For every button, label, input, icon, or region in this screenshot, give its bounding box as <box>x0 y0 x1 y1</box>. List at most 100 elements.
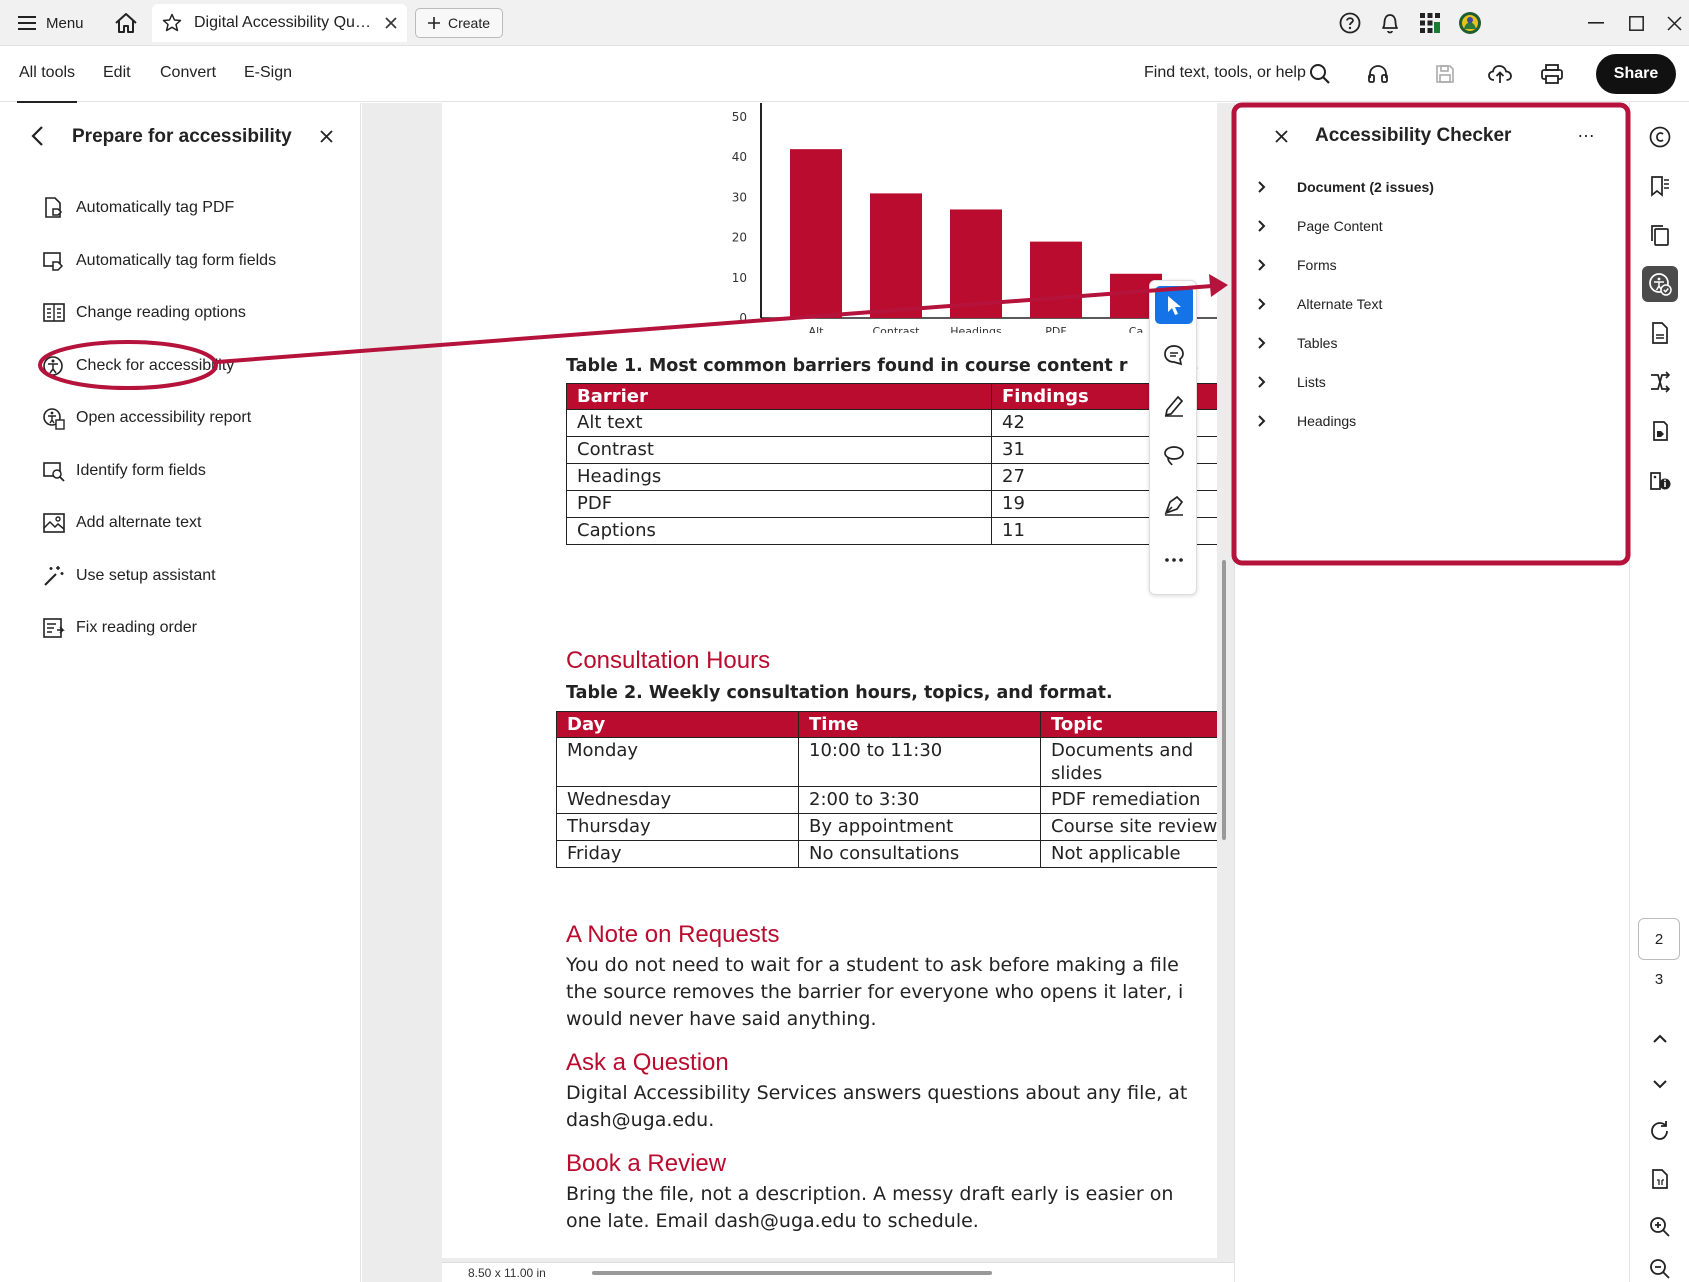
lasso-icon <box>1164 446 1184 466</box>
minimize-button[interactable] <box>1582 9 1610 37</box>
chevron-right-icon <box>1258 181 1266 193</box>
y-tick-label: 30 <box>732 190 747 204</box>
search-button[interactable] <box>1306 60 1334 88</box>
rail-compare[interactable] <box>1642 364 1678 400</box>
tool-add-alternate-text[interactable]: Add alternate text <box>42 509 201 537</box>
zoom-in-button[interactable] <box>1642 1209 1678 1245</box>
quick-tools-strip <box>1149 280 1197 595</box>
maximize-button[interactable] <box>1622 9 1650 37</box>
notifications-button[interactable] <box>1376 9 1404 37</box>
table-cell: Course site review <box>1040 813 1217 841</box>
checker-row-alternate-text[interactable]: Alternate Text <box>1257 292 1382 316</box>
close-tab-icon[interactable] <box>385 17 397 29</box>
panel-close-button[interactable] <box>320 127 333 148</box>
y-tick-label: 0 <box>739 311 747 325</box>
rail-accessibility-info[interactable] <box>1642 462 1678 498</box>
rail-document-properties[interactable] <box>1642 315 1678 351</box>
upload-button[interactable] <box>1486 60 1514 88</box>
rail-pages[interactable] <box>1642 217 1678 253</box>
current-page-indicator[interactable]: 2 <box>1638 918 1680 960</box>
tool-label: Fix reading order <box>76 619 197 636</box>
tool-auto-tag-pdf[interactable]: Automatically tag PDF <box>42 194 234 222</box>
chevron-right-icon <box>1258 298 1266 310</box>
tool-auto-tag-form-fields[interactable]: Automatically tag form fields <box>42 247 276 275</box>
checker-row-headings[interactable]: Headings <box>1257 409 1356 433</box>
rotate-button[interactable] <box>1642 1113 1678 1149</box>
table-header: Topic <box>1040 711 1217 738</box>
highlight-tool-button[interactable] <box>1155 386 1193 424</box>
checker-row-page-content[interactable]: Page Content <box>1257 214 1383 238</box>
chevron-right-icon <box>1258 376 1266 388</box>
help-button[interactable] <box>1336 9 1364 37</box>
document-page: 50 40 30 20 10 0 Alt Contrast Headings PDF Ca Tabl… <box>442 103 1217 1258</box>
find-label[interactable]: Find text, tools, or help <box>1144 64 1306 82</box>
more-tools-button[interactable] <box>1155 541 1193 579</box>
menu-label: Menu <box>46 14 84 32</box>
tool-use-setup-assistant[interactable]: Use setup assistant <box>42 562 216 590</box>
tool-label: Add alternate text <box>76 514 202 531</box>
home-icon <box>115 13 137 33</box>
checker-row-tables[interactable]: Tables <box>1257 331 1337 355</box>
next-page-button[interactable] <box>1642 1066 1678 1102</box>
tool-label: Automatically tag form fields <box>76 252 277 269</box>
document-icon <box>1652 322 1668 344</box>
tab-convert[interactable]: Convert <box>160 64 216 82</box>
menu-button[interactable]: Menu <box>18 11 84 35</box>
share-button[interactable]: Share <box>1596 54 1676 94</box>
document-tab[interactable]: Digital Accessibility Quic... <box>152 4 407 42</box>
select-tool-button[interactable] <box>1155 286 1193 324</box>
tab-e-sign[interactable]: E-Sign <box>244 64 292 82</box>
table-row: Monday 10:00 to 11:30 Documents and slides <box>556 737 1217 787</box>
table-row: Wednesday 2:00 to 3:30 PDF remediation <box>556 786 1217 814</box>
checker-row-forms[interactable]: Forms <box>1257 253 1337 277</box>
tag-form-icon <box>43 252 64 271</box>
accessibility-icon <box>1649 273 1672 296</box>
search-icon <box>1310 64 1330 84</box>
barriers-table: Barrier Findings Alt text 42 Contrast 31 H… <box>566 383 1217 545</box>
zoom-out-button[interactable] <box>1642 1251 1678 1282</box>
back-button[interactable] <box>30 125 44 152</box>
tab-edit[interactable]: Edit <box>103 64 131 82</box>
page-size-label: 8.50 x 11.00 in <box>468 1266 546 1280</box>
apps-grid-icon <box>1420 13 1440 33</box>
tab-all-tools[interactable]: All tools <box>16 64 78 103</box>
tool-change-reading-options[interactable]: Change reading options <box>42 299 246 327</box>
vertical-scrollbar[interactable] <box>1222 560 1226 840</box>
x-tick-label: Contrast <box>872 325 920 333</box>
star-icon[interactable] <box>162 13 182 33</box>
bookmark-icon <box>1651 176 1669 197</box>
rail-tags[interactable] <box>1642 413 1678 449</box>
table-row: Thursday By appointment Course site review <box>556 813 1217 841</box>
rail-bookmarks[interactable] <box>1642 168 1678 204</box>
comment-tool-button[interactable] <box>1155 336 1193 374</box>
tool-fix-reading-order[interactable]: Fix reading order <box>42 614 197 642</box>
read-aloud-button[interactable] <box>1364 60 1392 88</box>
sign-tool-button[interactable] <box>1155 486 1193 524</box>
create-button[interactable]: Create <box>415 8 504 38</box>
checker-close-button[interactable] <box>1275 127 1288 148</box>
close-icon <box>1666 15 1682 31</box>
checker-more-button[interactable]: … <box>1577 121 1596 142</box>
title-bar: Menu Digital Accessibility Quic... Creat… <box>0 0 1689 46</box>
checker-row-document[interactable]: Document (2 issues) <box>1257 175 1434 199</box>
bell-icon <box>1382 14 1398 34</box>
save-button[interactable] <box>1431 60 1459 88</box>
chevron-right-icon <box>1258 337 1266 349</box>
next-page-number[interactable]: 3 <box>1638 971 1680 988</box>
tool-open-accessibility-report[interactable]: Open accessibility report <box>42 404 251 432</box>
y-tick-label: 50 <box>732 110 747 124</box>
checker-row-lists[interactable]: Lists <box>1257 370 1326 394</box>
print-button[interactable] <box>1538 60 1566 88</box>
tool-check-for-accessibility[interactable]: Check for accessibility <box>42 352 234 380</box>
home-button[interactable] <box>112 9 140 37</box>
rail-ai-assistant[interactable] <box>1642 119 1678 155</box>
tool-identify-form-fields[interactable]: Identify form fields <box>42 457 206 485</box>
rail-accessibility[interactable] <box>1642 266 1678 302</box>
apps-button[interactable] <box>1416 9 1444 37</box>
account-button[interactable] <box>1456 9 1484 37</box>
draw-tool-button[interactable] <box>1155 436 1193 474</box>
close-window-button[interactable] <box>1660 9 1688 37</box>
previous-page-button[interactable] <box>1642 1021 1678 1057</box>
horizontal-scrollbar[interactable] <box>592 1271 992 1275</box>
page-fit-button[interactable] <box>1642 1161 1678 1197</box>
